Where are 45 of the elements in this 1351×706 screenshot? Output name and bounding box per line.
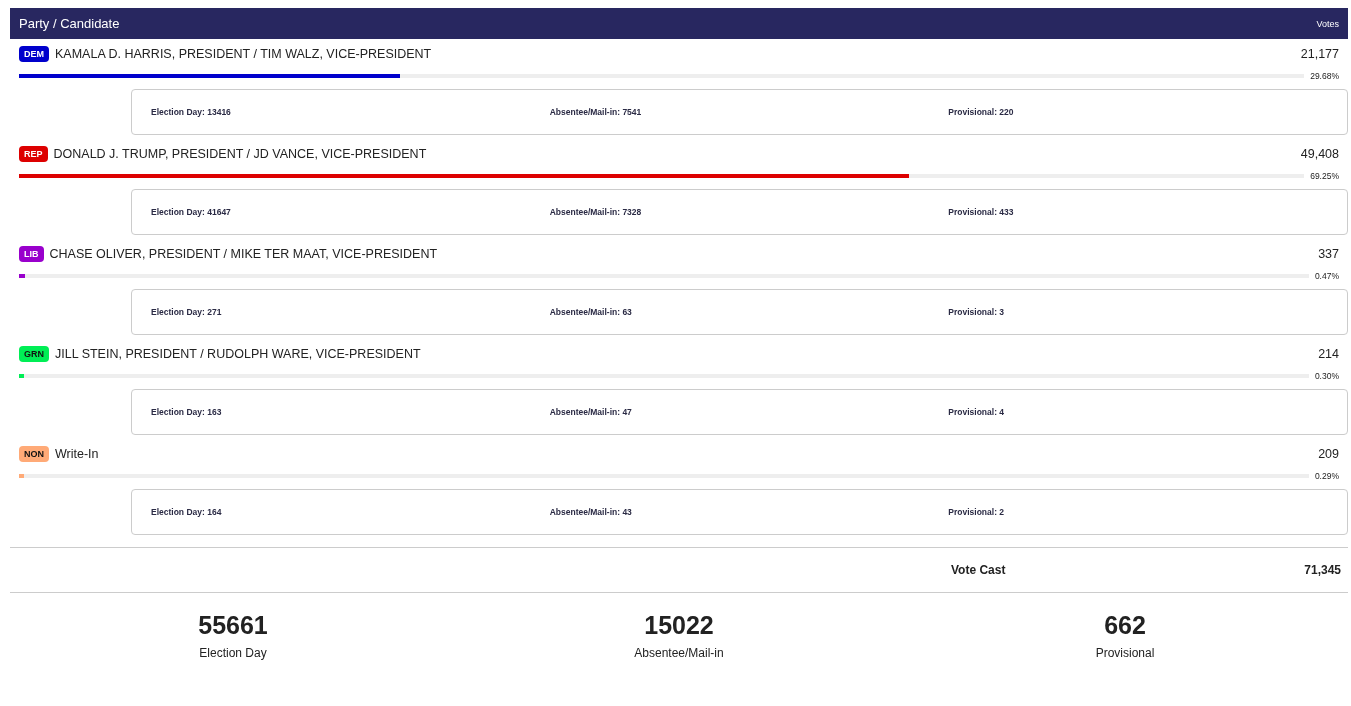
party-badge: DEM (19, 46, 49, 62)
breakdown-text: Absentee/Mail-in: 7328 (549, 207, 643, 217)
breakdown-text: Absentee/Mail-in: 7541 (549, 107, 643, 117)
vote-percent: 0.30% (1314, 371, 1340, 381)
breakdown-text: Election Day: 13416 (151, 107, 232, 117)
party-badge: REP (19, 146, 48, 162)
breakdown-text: Provisional: 220 (948, 107, 1015, 117)
column-header: Party / Candidate (19, 16, 120, 31)
breakdown-text: Election Day: 164 (151, 507, 223, 517)
vote-count: 21,177 (1300, 47, 1340, 61)
summary-value: 55661 (198, 611, 268, 640)
summary-value: 662 (1104, 611, 1146, 640)
total-label: Vote Cast (951, 563, 1006, 577)
breakdown-text: Election Day: 41647 (151, 207, 232, 217)
summary-value: 15022 (644, 611, 714, 640)
vote-percent: 0.47% (1314, 271, 1340, 281)
candidate-name: DONALD J. TRUMP, PRESIDENT / JD VANCE, VICE-PRESIDENT (53, 147, 427, 161)
candidate-name: KAMALA D. HARRIS, PRESIDENT / TIM WALZ, VICE-PRESIDENT (55, 47, 432, 61)
breakdown-text: Absentee/Mail-in: 47 (549, 407, 633, 417)
vote-count: 209 (1318, 447, 1340, 461)
breakdown-text: Election Day: 271 (151, 307, 223, 317)
breakdown-text: Absentee/Mail-in: 43 (549, 507, 633, 517)
summary-label: Absentee/Mail-in (634, 646, 724, 660)
vote-percent: 69.25% (1310, 171, 1340, 181)
vote-percent: 0.29% (1314, 471, 1340, 481)
vote-percent: 29.68% (1310, 71, 1340, 81)
breakdown-text: Provisional: 3 (948, 307, 1006, 317)
vote-count: 337 (1318, 247, 1340, 261)
party-badge: GRN (19, 346, 49, 362)
vote-count: 214 (1318, 347, 1340, 361)
vote-count: 49,408 (1300, 147, 1340, 161)
party-badge: NON (19, 446, 49, 462)
column-header: Votes (1316, 18, 1339, 29)
summary-label: Provisional (1095, 646, 1155, 660)
total-value: 71,345 (1304, 563, 1342, 577)
party-badge: LIB (19, 246, 44, 262)
candidate-name: JILL STEIN, PRESIDENT / RUDOLPH WARE, VICE-PRESIDENT (55, 347, 421, 361)
candidate-name: Write-In (55, 447, 99, 461)
breakdown-text: Provisional: 4 (948, 407, 1006, 417)
breakdown-text: Absentee/Mail-in: 63 (549, 307, 633, 317)
summary-label: Election Day (199, 646, 267, 660)
breakdown-text: Provisional: 433 (948, 207, 1015, 217)
candidate-name: CHASE OLIVER, PRESIDENT / MIKE TER MAAT, VICE-PRESIDENT (49, 247, 438, 261)
breakdown-text: Provisional: 2 (948, 507, 1006, 517)
breakdown-text: Election Day: 163 (151, 407, 223, 417)
